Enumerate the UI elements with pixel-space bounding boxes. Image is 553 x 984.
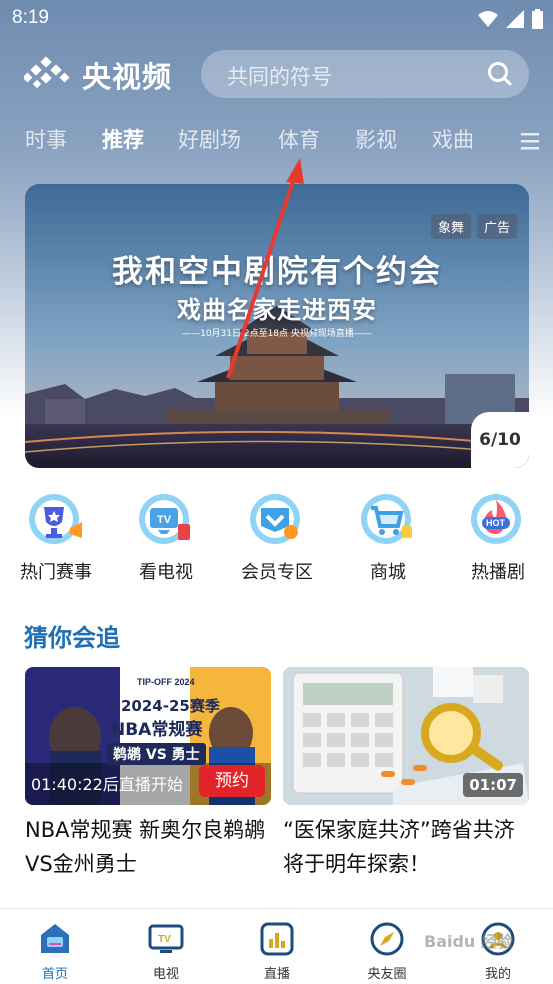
banner-title: 我和空中剧院有个约会	[112, 254, 442, 290]
video-duration: 01:07	[463, 773, 523, 797]
quick-entry-label: 看电视	[139, 562, 193, 583]
thumb-season-text: 2024-25赛季	[121, 697, 220, 715]
tab-tuijian[interactable]: 推荐	[102, 124, 144, 154]
quick-entry-hot-drama[interactable]: HOT 热播剧	[452, 488, 542, 588]
category-tabs: 时事 推荐 好剧场 体育 影视 戏曲	[0, 120, 553, 160]
quick-entry-row: 热门赛事 TV 看电视 会员专区 商城 HOT 热播剧	[0, 488, 553, 588]
tv-icon: TV	[139, 494, 190, 544]
banner-tags: 象舞 广告	[430, 214, 517, 239]
search-icon[interactable]	[487, 61, 513, 87]
quick-entry-member[interactable]: 会员专区	[231, 488, 321, 588]
menu-icon[interactable]	[519, 130, 541, 152]
status-bar: 8:19	[0, 0, 553, 36]
nav-label: 我的	[484, 967, 511, 982]
nav-tv[interactable]: TV 电视	[126, 909, 206, 984]
trophy-icon	[29, 494, 82, 544]
tv-icon: TV	[148, 924, 184, 953]
search-input[interactable]: 共同的符号	[201, 50, 529, 98]
cctv-video-logo-icon[interactable]	[24, 56, 72, 92]
nav-label: 直播	[263, 967, 290, 982]
status-icons	[478, 9, 543, 29]
thumb-league-text: NBA常规赛	[111, 720, 203, 740]
baidu-watermark: Baidu 经验	[424, 932, 513, 951]
nav-label: 电视	[152, 967, 179, 982]
search-placeholder: 共同的符号	[227, 65, 332, 89]
nav-label: 首页	[41, 967, 68, 982]
card-thumbnail: TIP-OFF 2024 2024-25赛季 NBA常规赛 鹈鹕 VS 勇士 0…	[25, 667, 271, 805]
banner-page-indicator: 6/10	[471, 412, 529, 468]
section-title-recommend: 猜你会追	[24, 624, 120, 652]
reserve-button[interactable]: 预约	[199, 765, 265, 797]
tab-shishi[interactable]: 时事	[25, 124, 67, 154]
tab-yingshi[interactable]: 影视	[355, 124, 397, 154]
svg-text:TV: TV	[157, 514, 172, 526]
live-countdown: 01:40:22后直播开始	[31, 775, 183, 794]
banner-tag: 象舞	[430, 214, 471, 239]
hot-icon: HOT	[471, 494, 521, 544]
quick-entry-label: 热播剧	[471, 562, 525, 583]
live-chart-icon	[260, 922, 294, 956]
svg-text:TV: TV	[158, 934, 171, 945]
tab-tiyu[interactable]: 体育	[278, 124, 320, 154]
nav-friends[interactable]: 央友圈	[347, 909, 427, 984]
card-title: “医保家庭共济”跨省共济将于明年探索！	[283, 818, 515, 876]
thumb-matchup-text: 鹈鹕 VS 勇士	[107, 743, 206, 765]
signal-icon	[506, 10, 524, 28]
nav-home[interactable]: 首页	[15, 909, 95, 984]
quick-entry-tv[interactable]: TV 看电视	[120, 488, 210, 588]
quick-entry-hot-events[interactable]: 热门赛事	[10, 488, 100, 588]
quick-entry-mall[interactable]: 商城	[342, 488, 432, 588]
banner-subtitle: 戏曲名家走进西安	[177, 296, 377, 324]
status-time: 8:19	[12, 7, 49, 28]
quick-entry-label: 商城	[370, 562, 406, 583]
quick-entry-label: 会员专区	[241, 562, 313, 583]
svg-text:HOT: HOT	[486, 518, 506, 528]
nav-label: 央友圈	[367, 967, 407, 982]
wifi-icon	[478, 11, 498, 27]
thumb-tipoff-text: TIP-OFF 2024	[137, 677, 195, 687]
card-title: NBA常规赛 新奥尔良鹈鹕VS金州勇士	[25, 818, 266, 876]
app-name: 央视频	[82, 60, 173, 94]
home-icon	[41, 924, 69, 953]
ad-tag: 广告	[476, 214, 517, 239]
banner-info-line: ——10月31日 2点至18点 央视频现场直播——	[182, 329, 372, 339]
shopping-cart-icon	[361, 494, 412, 544]
app-header: 央视频 共同的符号	[0, 44, 553, 104]
tab-haojuchang[interactable]: 好剧场	[178, 124, 241, 154]
compass-icon	[370, 922, 404, 956]
card-thumbnail: 01:07	[283, 667, 529, 805]
nav-live[interactable]: 直播	[237, 909, 317, 984]
banner-carousel[interactable]: 象舞 广告 我和空中剧院有个约会 戏曲名家走进西安 ——10月31日 2点至18…	[25, 184, 529, 468]
member-icon	[250, 494, 300, 544]
quick-entry-label: 热门赛事	[20, 562, 92, 583]
battery-icon	[532, 9, 543, 29]
tab-xiqu[interactable]: 戏曲	[432, 124, 474, 154]
